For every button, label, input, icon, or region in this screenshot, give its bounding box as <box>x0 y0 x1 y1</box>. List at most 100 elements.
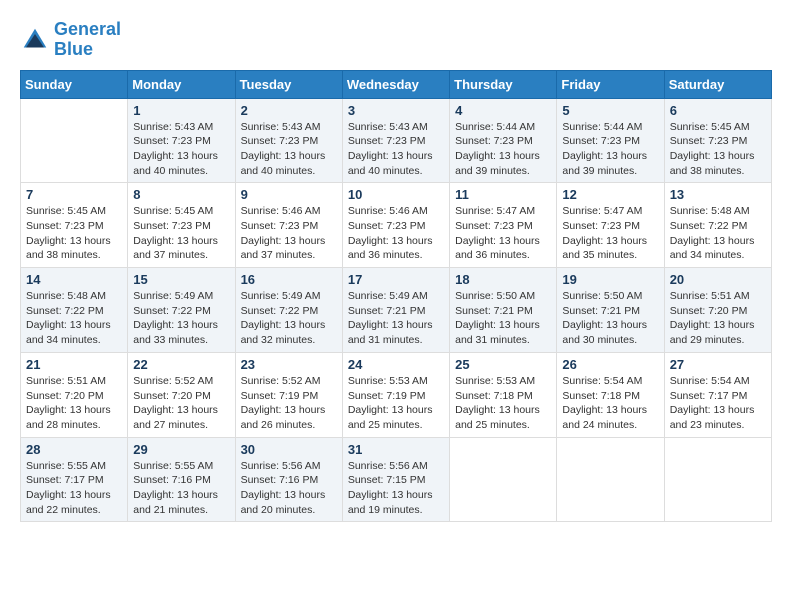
calendar-cell: 8Sunrise: 5:45 AMSunset: 7:23 PMDaylight… <box>128 183 235 268</box>
day-info: Sunrise: 5:49 AMSunset: 7:22 PMDaylight:… <box>241 289 337 348</box>
day-info: Sunrise: 5:54 AMSunset: 7:17 PMDaylight:… <box>670 374 766 433</box>
calendar-week-row: 1Sunrise: 5:43 AMSunset: 7:23 PMDaylight… <box>21 98 772 183</box>
day-info: Sunrise: 5:55 AMSunset: 7:17 PMDaylight:… <box>26 459 122 518</box>
calendar-cell: 11 Sunrise: 5:47 AMSunset: 7:23 PMDayligh… <box>450 183 557 268</box>
calendar-cell: 30 Sunrise: 5:56 AMSunset: 7:16 PMDayligh… <box>235 437 342 522</box>
calendar-cell: 6Sunrise: 5:45 AMSunset: 7:23 PMDaylight… <box>664 98 771 183</box>
day-number: 17 <box>348 272 444 287</box>
day-number: 19 <box>562 272 658 287</box>
day-info: Sunrise: 5:47 AMSunset: 7:23 PMDaylight:… <box>562 204 658 263</box>
page-header: General Blue <box>20 20 772 60</box>
day-number: 20 <box>670 272 766 287</box>
calendar-cell: 12Sunrise: 5:47 AMSunset: 7:23 PMDayligh… <box>557 183 664 268</box>
day-number: 27 <box>670 357 766 372</box>
calendar-cell: 2 Sunrise: 5:43 AMSunset: 7:23 PMDaylight… <box>235 98 342 183</box>
day-info: Sunrise: 5:49 AMSunset: 7:21 PMDaylight:… <box>348 289 444 348</box>
calendar-cell: 26 Sunrise: 5:54 AMSunset: 7:18 PMDayligh… <box>557 352 664 437</box>
calendar-cell: 28 Sunrise: 5:55 AMSunset: 7:17 PMDayligh… <box>21 437 128 522</box>
day-number: 18 <box>455 272 551 287</box>
day-info: Sunrise: 5:45 AMSunset: 7:23 PMDaylight:… <box>133 204 229 263</box>
day-number: 13 <box>670 187 766 202</box>
logo-text-line2: Blue <box>54 40 121 60</box>
logo-icon <box>20 25 50 55</box>
calendar-cell <box>557 437 664 522</box>
day-info: Sunrise: 5:46 AMSunset: 7:23 PMDaylight:… <box>348 204 444 263</box>
day-info: Sunrise: 5:44 AMSunset: 7:23 PMDaylight:… <box>455 120 551 179</box>
day-info: Sunrise: 5:55 AMSunset: 7:16 PMDaylight:… <box>133 459 229 518</box>
day-number: 29 <box>133 442 229 457</box>
calendar-cell: 15 Sunrise: 5:49 AMSunset: 7:22 PMDayligh… <box>128 268 235 353</box>
calendar-cell: 29 Sunrise: 5:55 AMSunset: 7:16 PMDayligh… <box>128 437 235 522</box>
day-number: 3 <box>348 103 444 118</box>
calendar-cell: 24 Sunrise: 5:53 AMSunset: 7:19 PMDayligh… <box>342 352 449 437</box>
day-info: Sunrise: 5:56 AMSunset: 7:15 PMDaylight:… <box>348 459 444 518</box>
calendar-cell: 22Sunrise: 5:52 AMSunset: 7:20 PMDayligh… <box>128 352 235 437</box>
day-info: Sunrise: 5:48 AMSunset: 7:22 PMDaylight:… <box>26 289 122 348</box>
logo: General Blue <box>20 20 121 60</box>
calendar-cell: 7 Sunrise: 5:45 AMSunset: 7:23 PMDaylight… <box>21 183 128 268</box>
day-number: 25 <box>455 357 551 372</box>
day-number: 30 <box>241 442 337 457</box>
day-info: Sunrise: 5:51 AMSunset: 7:20 PMDaylight:… <box>670 289 766 348</box>
day-number: 9 <box>241 187 337 202</box>
calendar-week-row: 7 Sunrise: 5:45 AMSunset: 7:23 PMDaylight… <box>21 183 772 268</box>
calendar-week-row: 14 Sunrise: 5:48 AMSunset: 7:22 PMDayligh… <box>21 268 772 353</box>
calendar-cell: 18 Sunrise: 5:50 AMSunset: 7:21 PMDayligh… <box>450 268 557 353</box>
calendar-cell: 13Sunrise: 5:48 AMSunset: 7:22 PMDayligh… <box>664 183 771 268</box>
day-info: Sunrise: 5:54 AMSunset: 7:18 PMDaylight:… <box>562 374 658 433</box>
weekday-header-monday: Monday <box>128 70 235 98</box>
day-info: Sunrise: 5:43 AMSunset: 7:23 PMDaylight:… <box>241 120 337 179</box>
day-number: 7 <box>26 187 122 202</box>
day-number: 15 <box>133 272 229 287</box>
calendar-cell: 3 Sunrise: 5:43 AMSunset: 7:23 PMDaylight… <box>342 98 449 183</box>
day-info: Sunrise: 5:45 AMSunset: 7:23 PMDaylight:… <box>26 204 122 263</box>
day-number: 10 <box>348 187 444 202</box>
day-info: Sunrise: 5:49 AMSunset: 7:22 PMDaylight:… <box>133 289 229 348</box>
day-number: 23 <box>241 357 337 372</box>
calendar-cell: 23 Sunrise: 5:52 AMSunset: 7:19 PMDayligh… <box>235 352 342 437</box>
day-info: Sunrise: 5:53 AMSunset: 7:18 PMDaylight:… <box>455 374 551 433</box>
weekday-header-wednesday: Wednesday <box>342 70 449 98</box>
day-info: Sunrise: 5:56 AMSunset: 7:16 PMDaylight:… <box>241 459 337 518</box>
day-info: Sunrise: 5:43 AMSunset: 7:23 PMDaylight:… <box>348 120 444 179</box>
day-number: 4 <box>455 103 551 118</box>
calendar-cell: 21 Sunrise: 5:51 AMSunset: 7:20 PMDayligh… <box>21 352 128 437</box>
calendar-cell: 16 Sunrise: 5:49 AMSunset: 7:22 PMDayligh… <box>235 268 342 353</box>
calendar-cell: 4 Sunrise: 5:44 AMSunset: 7:23 PMDaylight… <box>450 98 557 183</box>
day-info: Sunrise: 5:43 AMSunset: 7:23 PMDaylight:… <box>133 120 229 179</box>
day-info: Sunrise: 5:51 AMSunset: 7:20 PMDaylight:… <box>26 374 122 433</box>
calendar-cell <box>21 98 128 183</box>
day-info: Sunrise: 5:53 AMSunset: 7:19 PMDaylight:… <box>348 374 444 433</box>
day-number: 28 <box>26 442 122 457</box>
weekday-header-friday: Friday <box>557 70 664 98</box>
day-info: Sunrise: 5:50 AMSunset: 7:21 PMDaylight:… <box>455 289 551 348</box>
day-info: Sunrise: 5:45 AMSunset: 7:23 PMDaylight:… <box>670 120 766 179</box>
calendar-header-row: SundayMondayTuesdayWednesdayThursdayFrid… <box>21 70 772 98</box>
calendar-cell <box>450 437 557 522</box>
day-number: 22 <box>133 357 229 372</box>
day-number: 24 <box>348 357 444 372</box>
calendar-week-row: 21 Sunrise: 5:51 AMSunset: 7:20 PMDayligh… <box>21 352 772 437</box>
day-info: Sunrise: 5:47 AMSunset: 7:23 PMDaylight:… <box>455 204 551 263</box>
day-number: 5 <box>562 103 658 118</box>
day-info: Sunrise: 5:46 AMSunset: 7:23 PMDaylight:… <box>241 204 337 263</box>
calendar-cell: 20 Sunrise: 5:51 AMSunset: 7:20 PMDayligh… <box>664 268 771 353</box>
day-number: 26 <box>562 357 658 372</box>
day-number: 16 <box>241 272 337 287</box>
calendar-cell: 10 Sunrise: 5:46 AMSunset: 7:23 PMDayligh… <box>342 183 449 268</box>
day-number: 11 <box>455 187 551 202</box>
day-number: 14 <box>26 272 122 287</box>
calendar-cell: 27 Sunrise: 5:54 AMSunset: 7:17 PMDayligh… <box>664 352 771 437</box>
calendar-cell <box>664 437 771 522</box>
weekday-header-saturday: Saturday <box>664 70 771 98</box>
weekday-header-tuesday: Tuesday <box>235 70 342 98</box>
calendar-cell: 25 Sunrise: 5:53 AMSunset: 7:18 PMDayligh… <box>450 352 557 437</box>
day-number: 21 <box>26 357 122 372</box>
day-number: 2 <box>241 103 337 118</box>
calendar-cell: 17 Sunrise: 5:49 AMSunset: 7:21 PMDayligh… <box>342 268 449 353</box>
calendar-cell: 1Sunrise: 5:43 AMSunset: 7:23 PMDaylight… <box>128 98 235 183</box>
calendar-table: SundayMondayTuesdayWednesdayThursdayFrid… <box>20 70 772 523</box>
day-info: Sunrise: 5:52 AMSunset: 7:19 PMDaylight:… <box>241 374 337 433</box>
logo-text-line1: General <box>54 20 121 40</box>
calendar-cell: 19Sunrise: 5:50 AMSunset: 7:21 PMDayligh… <box>557 268 664 353</box>
